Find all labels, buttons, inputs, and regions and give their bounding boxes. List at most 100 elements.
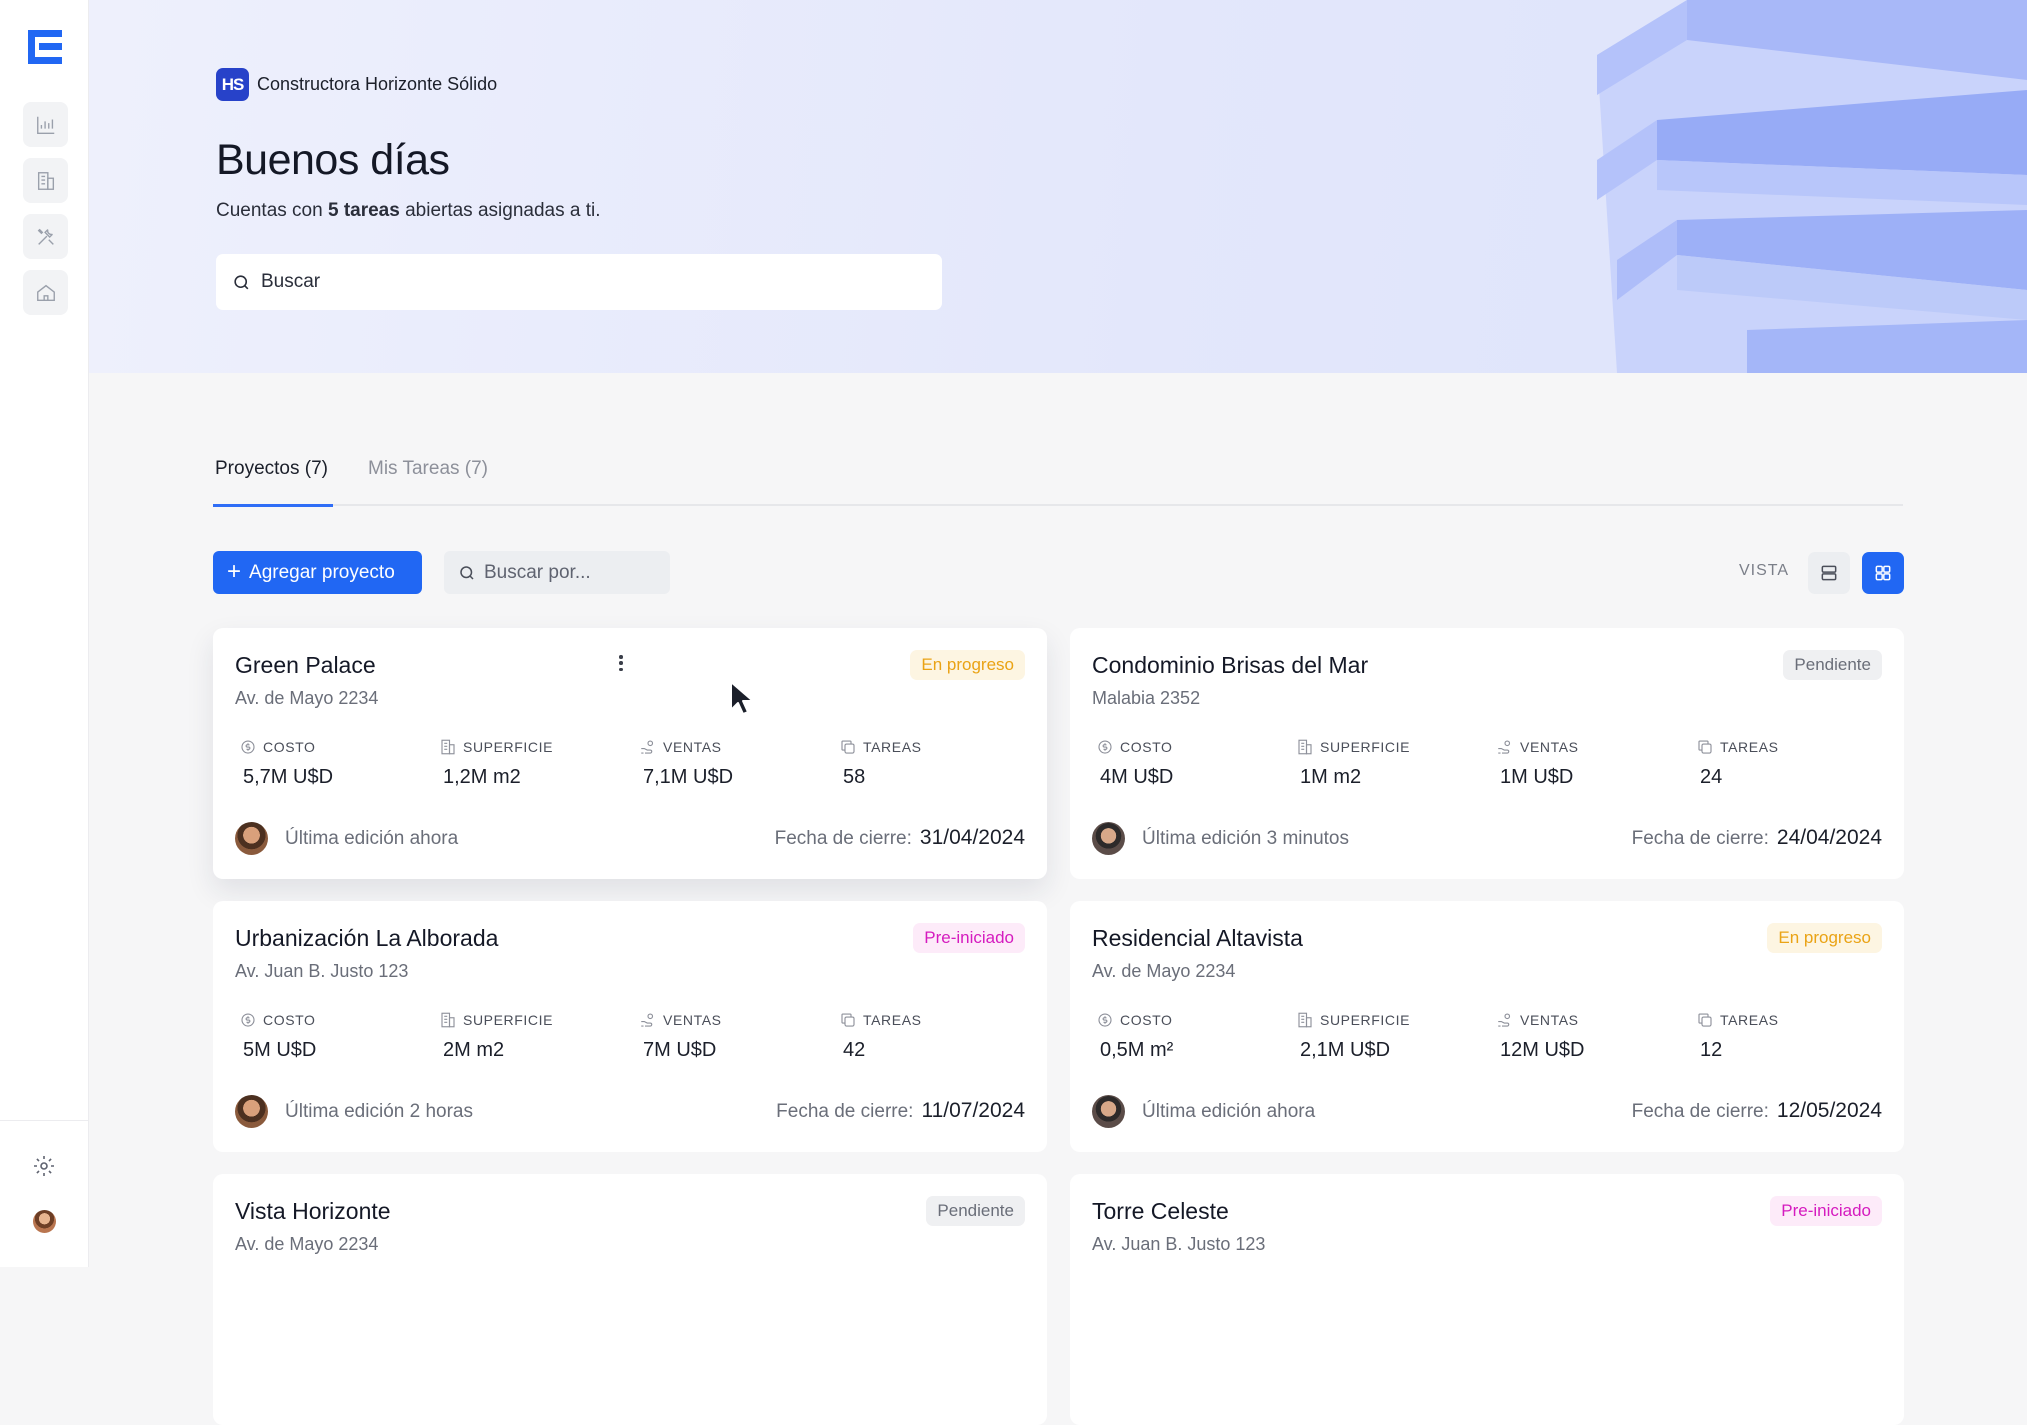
project-name: Condominio Brisas del Mar [1092,652,1369,678]
project-address: Malabia 2352 [1092,688,1201,708]
close-date: Fecha de cierre: 31/04/2024 [774,826,1025,849]
project-name: Vista Horizonte [235,1198,391,1224]
user-avatar[interactable] [33,1210,56,1233]
project-address: Av. de Mayo 2234 [235,1234,379,1254]
copy-icon [1698,1013,1712,1027]
stat-sales: VENTAS 1M U$D [1496,738,1579,789]
company-name: Constructora Horizonte Sólido [257,74,498,94]
close-date: Fecha de cierre: 24/04/2024 [1631,826,1882,849]
project-card[interactable]: Condominio Brisas del Mar Malabia 2352 P… [1070,628,1904,879]
stat-area: SUPERFICIE 2,1M U$D [1296,1011,1410,1062]
mouse-cursor-icon [730,681,754,715]
hero-banner: HS Constructora Horizonte Sólido Buenos … [89,0,2027,373]
stat-cost: COSTO 4M U$D [1096,738,1173,789]
tab-bar: Proyectos (7) Mis Tareas (7) [213,455,1903,507]
close-date: Fecha de cierre: 12/05/2024 [1631,1099,1882,1122]
status-badge: Pre-iniciado [913,923,1025,953]
hand-coins-icon [1498,740,1511,754]
coin-icon [1098,740,1112,754]
company-logo: HS [216,68,249,101]
editor-avatar [235,822,268,855]
project-card[interactable]: Urbanización La Alborada Av. Juan B. Jus… [213,901,1047,1152]
coin-icon [241,740,255,754]
status-badge: Pendiente [1783,650,1882,680]
editor-avatar [235,1095,268,1128]
tools-icon [37,228,54,245]
project-name: Urbanización La Alborada [235,925,499,951]
project-card[interactable]: Torre Celeste Av. Juan B. Justo 123 Pre-… [1070,1174,1904,1425]
page-title: Buenos días [216,136,450,184]
status-badge: Pre-iniciado [1770,1196,1882,1226]
add-project-button[interactable]: + Agregar proyecto [213,551,422,594]
editor-avatar [1092,822,1125,855]
project-card[interactable]: Green Palace Av. de Mayo 2234 En progres… [213,628,1047,879]
list-view-button[interactable] [1808,552,1850,594]
stat-sales: VENTAS 12M U$D [1496,1011,1584,1062]
hand-coins-icon [641,1013,654,1027]
stat-cost: COSTO 5M U$D [239,1011,316,1062]
sidebar-item-reports[interactable] [23,102,68,147]
stat-tasks: TAREAS 58 [839,738,922,789]
gear-icon[interactable] [32,1154,56,1178]
copy-icon [1698,740,1712,754]
view-label: VISTA [1739,562,1790,579]
stat-area: SUPERFICIE 1,2M m2 [439,738,553,789]
editor-avatar [1092,1095,1125,1128]
coin-icon [241,1013,255,1027]
stat-tasks: TAREAS 12 [1696,1011,1779,1062]
hand-coins-icon [641,740,654,754]
project-address: Av. de Mayo 2234 [1092,961,1236,981]
project-address: Av. de Mayo 2234 [235,688,379,708]
grid-view-button[interactable] [1862,552,1904,594]
project-name: Torre Celeste [1092,1198,1229,1224]
coin-icon [1098,1013,1112,1027]
more-options-icon[interactable] [617,652,625,674]
company-brand: HS Constructora Horizonte Sólido [216,68,497,101]
stat-tasks: TAREAS 42 [839,1011,922,1062]
stat-cost: COSTO 5,7M U$D [239,738,333,789]
tab-proyectos[interactable]: Proyectos (7) [213,458,333,507]
copy-icon [841,740,855,754]
home-icon [36,284,55,301]
stat-sales: VENTAS 7,1M U$D [639,738,733,789]
project-address: Av. Juan B. Justo 123 [235,961,409,981]
building-icon [1298,739,1312,755]
list-view-icon [1821,565,1837,581]
last-edit: Última edición ahora [285,828,459,849]
status-badge: En progreso [1767,923,1882,953]
sidebar [0,0,89,1267]
status-badge: En progreso [910,650,1025,680]
stat-tasks: TAREAS 24 [1696,738,1779,789]
stat-area: SUPERFICIE 1M m2 [1296,738,1410,789]
search-icon [234,274,249,289]
project-search-input[interactable]: Buscar por... [444,551,670,594]
global-search-input[interactable]: Buscar [216,254,942,310]
sidebar-item-home[interactable] [23,270,68,315]
sidebar-item-tools[interactable] [23,214,68,259]
sidebar-item-buildings[interactable] [23,158,68,203]
stat-area: SUPERFICIE 2M m2 [439,1011,553,1062]
project-card[interactable]: Vista Horizonte Av. de Mayo 2234 Pendien… [213,1174,1047,1425]
copy-icon [841,1013,855,1027]
project-address: Av. Juan B. Justo 123 [1092,1234,1266,1254]
plus-icon: + [227,557,242,585]
last-edit: Última edición 2 horas [285,1101,473,1122]
hand-coins-icon [1498,1013,1511,1027]
grid-view-icon [1875,565,1891,581]
building-icon [1298,1012,1312,1028]
building-icon [37,171,54,190]
search-icon [460,565,474,580]
tab-mis-tareas[interactable]: Mis Tareas (7) [368,458,488,504]
app-logo-icon[interactable] [28,30,62,64]
tasks-summary: Cuentas con 5 tareas abiertas asignadas … [216,200,601,221]
building-icon [441,739,455,755]
project-name: Residencial Altavista [1092,925,1303,951]
building-illustration [1597,0,2027,373]
project-card[interactable]: Residencial Altavista Av. de Mayo 2234 E… [1070,901,1904,1152]
sidebar-divider [0,1120,89,1121]
last-edit: Última edición 3 minutos [1142,828,1349,849]
chart-icon [36,116,54,134]
building-icon [441,1012,455,1028]
last-edit: Última edición ahora [1142,1101,1316,1122]
stat-cost: COSTO 0,5M m² [1096,1011,1173,1062]
